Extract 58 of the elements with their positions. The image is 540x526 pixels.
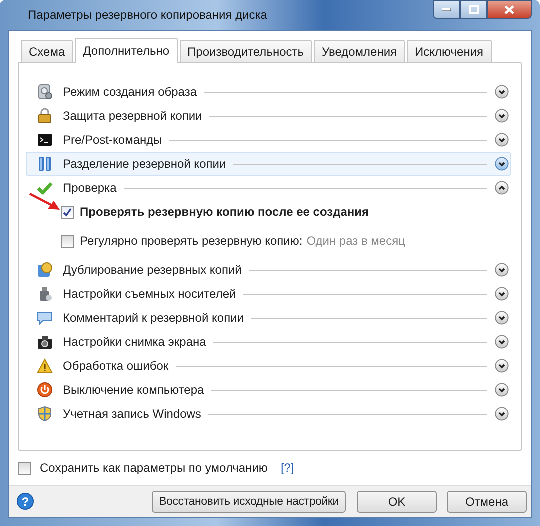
checkbox[interactable] <box>18 462 31 474</box>
tab[interactable]: Схема <box>21 40 74 62</box>
expand-chevron-icon[interactable] <box>495 359 509 373</box>
dialog-button[interactable]: Восстановить исходные настройки <box>152 490 346 512</box>
section-header[interactable]: Разделение резервной копии <box>26 152 511 176</box>
usb-drive-icon <box>37 286 53 302</box>
close-icon <box>504 4 515 14</box>
window-title: Параметры резервного копирования диска <box>28 8 268 22</box>
expand-chevron-icon[interactable] <box>495 383 509 397</box>
checkbox[interactable] <box>61 234 74 248</box>
expand-chevron-icon[interactable] <box>495 85 509 99</box>
speech-bubble-icon <box>37 310 53 326</box>
option-value: Один раз в месяц <box>306 234 406 248</box>
shield-icon <box>37 406 53 422</box>
tab[interactable]: Производительность <box>180 40 312 62</box>
camera-icon <box>37 334 53 350</box>
tab[interactable]: Дополнительно <box>75 38 178 63</box>
expand-chevron-icon[interactable] <box>495 157 509 171</box>
checkbox-label: Сохранить как параметры по умолчанию <box>40 461 268 475</box>
expand-chevron-icon[interactable] <box>495 407 509 421</box>
section-header[interactable]: Защита резервной копии <box>26 104 511 128</box>
section-header[interactable]: Дублирование резервных копий <box>26 258 511 282</box>
help-link[interactable]: [?] <box>280 461 294 475</box>
section-header[interactable]: Режим создания образа <box>26 80 511 104</box>
tab[interactable]: Исключения <box>407 40 492 62</box>
tab[interactable]: Уведомления <box>314 40 406 62</box>
section-header[interactable]: Комментарий к резервной копии <box>26 306 511 330</box>
minimize-icon <box>442 8 451 11</box>
split-icon <box>37 156 53 172</box>
warning-icon <box>37 358 53 374</box>
minimize-button[interactable] <box>433 0 460 19</box>
section-header[interactable]: Обработка ошибок <box>26 354 511 378</box>
checkbox[interactable] <box>61 206 74 218</box>
dialog-button[interactable]: Отмена <box>447 490 527 512</box>
maximize-button[interactable] <box>460 0 487 19</box>
expand-chevron-icon[interactable] <box>495 287 509 301</box>
expand-chevron-icon[interactable] <box>495 133 509 147</box>
expand-chevron-icon[interactable] <box>495 335 509 349</box>
collapse-chevron-icon[interactable] <box>495 181 509 195</box>
expand-chevron-icon[interactable] <box>495 109 509 123</box>
dialog-button[interactable]: OK <box>357 490 437 512</box>
close-button[interactable] <box>487 0 532 19</box>
checkbox-label: Проверять резервную копию после ее создания <box>80 205 369 219</box>
checkbox-label: Регулярно проверять резервную копию: <box>80 234 303 248</box>
section-header[interactable]: Pre/Post-команды <box>26 128 511 152</box>
terminal-icon <box>37 132 53 148</box>
expand-chevron-icon[interactable] <box>495 263 509 277</box>
section-header[interactable]: Настройки снимка экрана <box>26 330 511 354</box>
section-header[interactable]: Настройки съемных носителей <box>26 282 511 306</box>
padlock-icon <box>37 108 53 124</box>
power-icon <box>37 382 53 398</box>
section-header[interactable]: Проверка <box>26 176 511 200</box>
help-icon[interactable]: ? <box>17 493 34 510</box>
checkmark-icon <box>37 180 53 196</box>
maximize-icon <box>468 5 478 14</box>
section-header[interactable]: Учетная запись Windows <box>26 402 511 426</box>
expand-chevron-icon[interactable] <box>495 311 509 325</box>
section-header[interactable]: Выключение компьютера <box>26 378 511 402</box>
